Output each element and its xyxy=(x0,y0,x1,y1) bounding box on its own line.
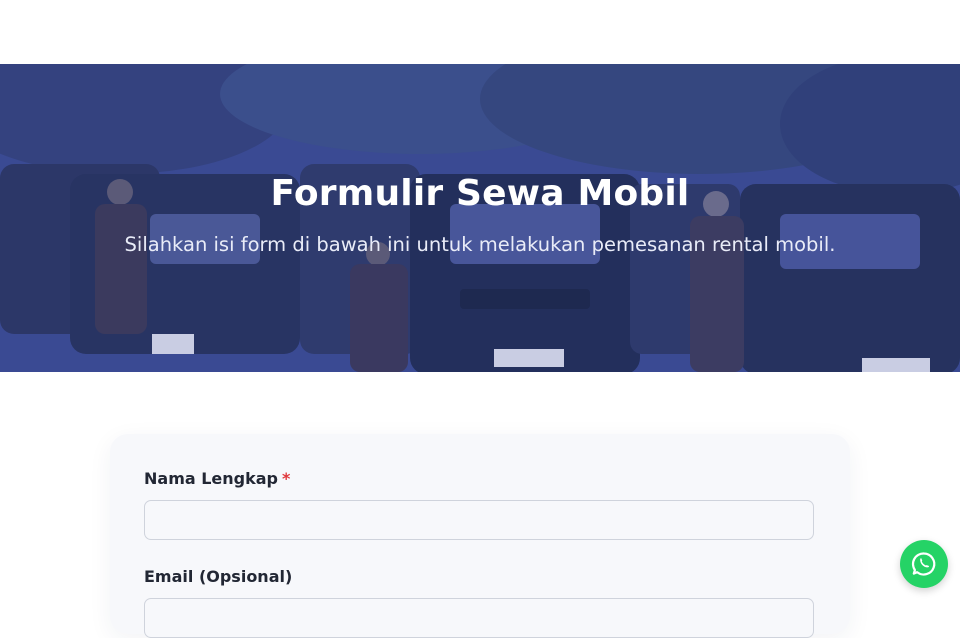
email-input[interactable] xyxy=(144,598,814,638)
page-title: Formulir Sewa Mobil xyxy=(270,173,690,214)
email-label-text: Email (Opsional) xyxy=(144,567,293,586)
required-asterisk: * xyxy=(282,469,291,488)
whatsapp-floating-button[interactable] xyxy=(900,540,948,588)
full-name-input[interactable] xyxy=(144,500,814,540)
page-subtitle: Silahkan isi form di bawah ini untuk mel… xyxy=(124,233,836,256)
top-navbar xyxy=(0,0,960,64)
full-name-label-text: Nama Lengkap xyxy=(144,469,279,488)
full-name-label: Nama Lengkap * xyxy=(144,469,290,488)
hero-background-image xyxy=(0,64,960,372)
hero-banner: Formulir Sewa Mobil Silahkan isi form di… xyxy=(0,64,960,372)
email-label: Email (Opsional) xyxy=(144,567,292,586)
rental-form-card: Nama Lengkap * Email (Opsional) xyxy=(110,434,850,638)
whatsapp-icon xyxy=(911,552,936,576)
